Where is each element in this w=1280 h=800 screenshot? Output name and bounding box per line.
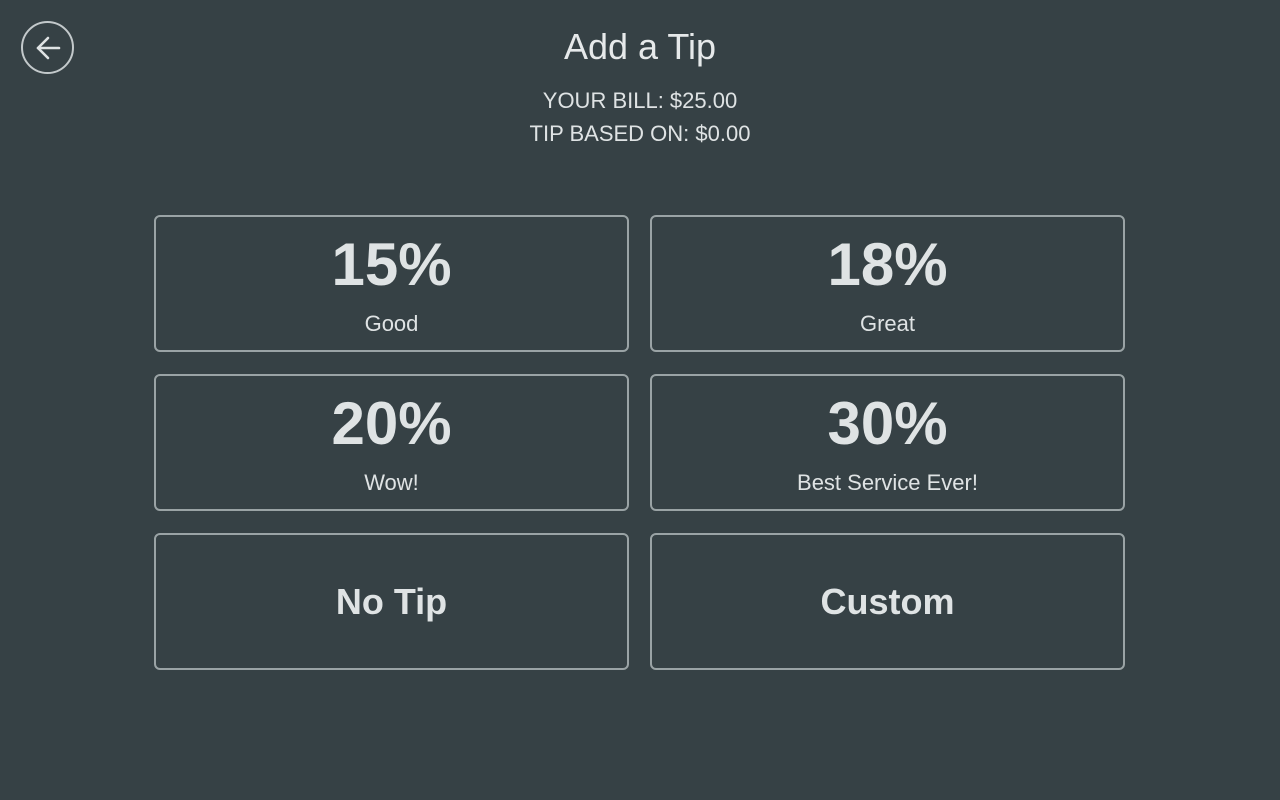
page-title: Add a Tip — [563, 26, 717, 67]
custom-tip-label: Custom — [820, 580, 955, 622]
no-tip-button[interactable]: No Tip — [154, 533, 629, 670]
tip-label: Wow! — [364, 469, 419, 495]
tip-label: Good — [364, 310, 419, 336]
tip-percent: 18% — [827, 230, 948, 298]
tip-label: Best Service Ever! — [797, 469, 978, 495]
tip-percent: 30% — [827, 389, 948, 457]
tip-percent: 20% — [331, 389, 452, 457]
tip-screen: Add a Tip YOUR BILL: $25.00 TIP BASED ON… — [0, 0, 1280, 800]
tip-basis-amount: TIP BASED ON: $0.00 — [529, 121, 751, 146]
tip-15-button[interactable]: 15% Good — [154, 215, 629, 352]
tip-20-button[interactable]: 20% Wow! — [154, 374, 629, 511]
bill-amount: YOUR BILL: $25.00 — [542, 88, 738, 113]
tip-label: Great — [859, 310, 916, 336]
no-tip-label: No Tip — [335, 580, 448, 622]
custom-tip-button[interactable]: Custom — [650, 533, 1125, 670]
tip-30-button[interactable]: 30% Best Service Ever! — [650, 374, 1125, 511]
tip-18-button[interactable]: 18% Great — [650, 215, 1125, 352]
tip-options-grid: 15% Good 18% Great 20% Wow! 30% Best Ser… — [154, 215, 1125, 670]
tip-percent: 15% — [331, 230, 452, 298]
